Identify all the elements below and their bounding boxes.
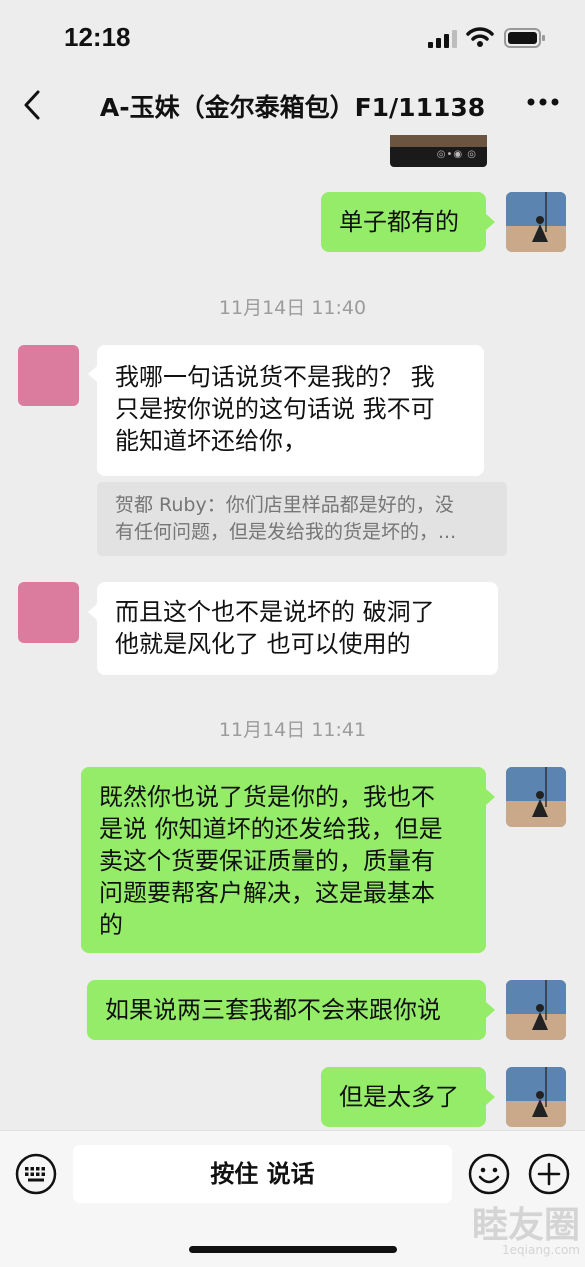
status-bar: 12:18 bbox=[0, 0, 585, 75]
my-avatar[interactable] bbox=[506, 767, 566, 827]
bubble-tail bbox=[88, 366, 97, 382]
my-avatar[interactable] bbox=[506, 192, 566, 252]
battery-icon bbox=[504, 28, 545, 48]
message-text: 单子都有的 bbox=[339, 208, 459, 236]
avatar-photo-icon bbox=[506, 980, 566, 1040]
watermark-main: 睦友圈 bbox=[471, 1205, 580, 1246]
avatar-photo-icon bbox=[506, 1067, 566, 1127]
keyboard-icon[interactable] bbox=[15, 1153, 57, 1195]
bubble-tail bbox=[486, 1089, 495, 1105]
message-text: 而且这个也不是说坏的 破洞了 他就是风化了 也可以使用的 bbox=[115, 598, 435, 658]
quoted-message[interactable]: 贺都 Ruby：你们店里样品都是好的，没 有任何问题，但是发给我的货是坏的，..… bbox=[97, 482, 507, 556]
received-message[interactable]: 我哪一句话说货不是我的？ 我 只是按你说的这句话说 我不可 能知道坏还给你， bbox=[97, 345, 484, 476]
back-chevron-icon[interactable] bbox=[20, 89, 46, 121]
emoji-icon[interactable] bbox=[468, 1153, 510, 1195]
quote-line: 有任何问题，但是发给我的货是坏的，... bbox=[115, 521, 457, 543]
message-text: 既然你也说了货是你的，我也不 是说 你知道坏的还发给我，但是 卖这个货要保证质量… bbox=[99, 783, 443, 939]
wifi-icon bbox=[466, 27, 494, 47]
home-indicator bbox=[189, 1246, 397, 1253]
my-avatar[interactable] bbox=[506, 980, 566, 1040]
watermark-sub: 1eqiang.com bbox=[502, 1243, 580, 1257]
avatar-photo-icon bbox=[506, 192, 566, 252]
more-options-icon[interactable] bbox=[526, 97, 560, 107]
avatar-photo-icon bbox=[506, 767, 566, 827]
plus-icon[interactable] bbox=[528, 1153, 570, 1195]
sent-message[interactable]: 但是太多了 bbox=[321, 1067, 486, 1127]
bubble-tail bbox=[486, 214, 495, 230]
quote-line: 贺都 Ruby：你们店里样品都是好的，没 bbox=[115, 494, 454, 516]
chat-title: A-玉妹（金尔泰箱包）F1/11138 bbox=[99, 93, 486, 122]
timestamp: 11月14日 11:41 bbox=[218, 719, 367, 741]
video-controls-icon: ◎•◉ ◎ bbox=[436, 149, 477, 160]
sent-message[interactable]: 既然你也说了货是你的，我也不 是说 你知道坏的还发给我，但是 卖这个货要保证质量… bbox=[81, 767, 486, 953]
watermark: 睦友圈 1eqiang.com bbox=[445, 1196, 580, 1256]
contact-avatar[interactable] bbox=[18, 345, 79, 406]
my-avatar[interactable] bbox=[506, 1067, 566, 1127]
message-text: 如果说两三套我都不会来跟你说 bbox=[105, 996, 441, 1024]
message-text: 我哪一句话说货不是我的？ 我 只是按你说的这句话说 我不可 能知道坏还给你， bbox=[115, 363, 435, 455]
bubble-tail bbox=[88, 604, 97, 620]
bubble-tail bbox=[486, 1002, 495, 1018]
contact-avatar[interactable] bbox=[18, 582, 79, 643]
hold-to-talk-button[interactable]: 按住 说话 bbox=[73, 1145, 452, 1203]
video-message-thumbnail[interactable]: ◎•◉ ◎ bbox=[390, 135, 487, 167]
message-text: 但是太多了 bbox=[339, 1083, 459, 1111]
signal-icon bbox=[428, 30, 457, 48]
received-message[interactable]: 而且这个也不是说坏的 破洞了 他就是风化了 也可以使用的 bbox=[97, 582, 498, 675]
bubble-tail bbox=[486, 789, 495, 805]
status-time: 12:18 bbox=[64, 22, 131, 52]
sent-message[interactable]: 单子都有的 bbox=[321, 192, 486, 252]
sent-message[interactable]: 如果说两三套我都不会来跟你说 bbox=[87, 980, 486, 1040]
timestamp: 11月14日 11:40 bbox=[218, 297, 367, 319]
chat-header: A-玉妹（金尔泰箱包）F1/11138 bbox=[0, 75, 585, 135]
